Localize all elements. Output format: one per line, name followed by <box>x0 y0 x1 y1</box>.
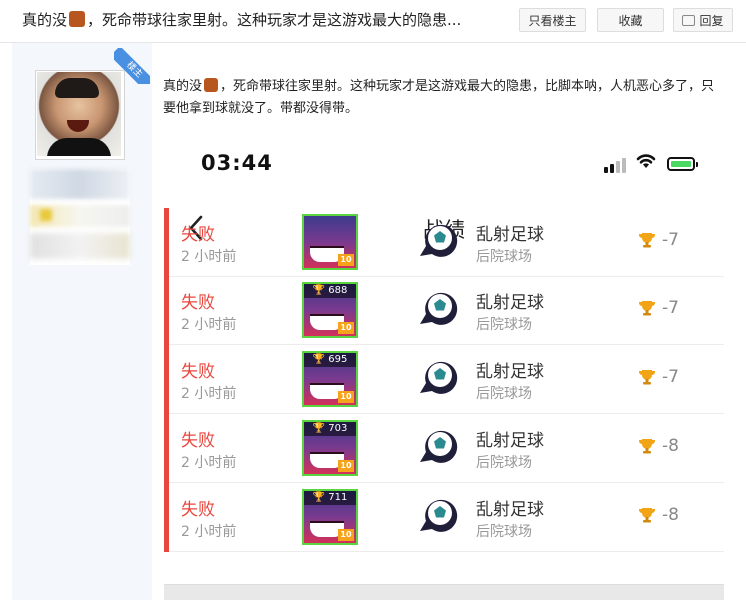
trophy-change-value: -8 <box>662 436 679 456</box>
battle-row[interactable]: 失败 2 小时前 🏆 703 10 乱射足球后院球场 -8 <box>164 414 724 483</box>
avatar[interactable] <box>35 70 125 160</box>
brawler-level: 10 <box>338 460 354 472</box>
brawler-trophy-count: 🏆 688 <box>304 284 356 298</box>
thread-title: 真的没 ，死命带球往家里射。这种玩家才是这游戏最大的隐患... <box>22 9 461 30</box>
battle-result: 失败 <box>181 500 215 520</box>
horse-emoji-icon <box>204 78 219 92</box>
battle-time: 2 小时前 <box>181 524 237 540</box>
brawler-portrait: 🏆 703 10 <box>302 420 358 476</box>
user-tags-blurred <box>30 233 130 259</box>
battle-time: 2 小时前 <box>181 386 237 402</box>
trophy-change: -7 <box>638 298 679 318</box>
loss-indicator <box>164 483 169 552</box>
brawl-ball-mode-icon <box>420 224 458 257</box>
trophy-count: 711 <box>328 492 348 503</box>
game-mode: 乱射足球 <box>476 225 544 245</box>
brawler-portrait: 🏆 711 10 <box>302 489 358 545</box>
op-badge-label: 楼主 <box>114 48 150 84</box>
favorite-button[interactable]: 收藏 <box>597 8 664 32</box>
post-text-rest: ，死命带球往家里射。这种玩家才是这游戏最大的隐患，比脚本呐，人机恶心多了，只要他… <box>163 79 715 116</box>
avatar-image <box>37 72 121 156</box>
trophy-change: -8 <box>638 436 679 456</box>
horse-emoji-icon <box>69 11 86 27</box>
brawler-trophy-count: 🏆 695 <box>304 353 356 367</box>
author-info-blurred <box>30 169 130 265</box>
map-name: 后院球场 <box>476 524 532 540</box>
trophy-change: -7 <box>638 367 679 387</box>
author-sidebar: 楼主 <box>12 43 152 600</box>
brawler-portrait: 🏆 688 10 <box>302 282 358 338</box>
map-name: 后院球场 <box>476 455 532 471</box>
favorite-label: 收藏 <box>618 13 643 28</box>
trophy-icon <box>639 301 655 316</box>
game-mode: 乱射足球 <box>476 293 544 313</box>
reply-button[interactable]: 回复 <box>673 8 733 32</box>
battle-result: 失败 <box>181 225 215 245</box>
battle-time: 2 小时前 <box>181 455 237 471</box>
only-op-label: 只看楼主 <box>528 13 577 28</box>
brawl-ball-mode-icon <box>420 361 458 394</box>
trophy-change: -8 <box>638 505 679 525</box>
bottom-strip <box>164 584 724 600</box>
map-name: 后院球场 <box>476 386 532 402</box>
op-badge: 楼主 <box>114 48 150 84</box>
brawl-ball-mode-icon <box>420 499 458 532</box>
trophy-change: -7 <box>638 230 679 250</box>
game-mode: 乱射足球 <box>476 500 544 520</box>
trophy-count: 695 <box>328 354 348 365</box>
battle-row[interactable]: 失败 2 小时前 🏆 695 10 乱射足球后院球场 -7 <box>164 345 724 414</box>
battle-result: 失败 <box>181 293 215 313</box>
trophy-change-value: -8 <box>662 505 679 525</box>
trophy-count: 688 <box>328 285 348 296</box>
battle-row[interactable]: 失败 2 小时前 🏆 711 10 乱射足球后院球场 -8 <box>164 483 724 552</box>
brawl-ball-mode-icon <box>420 430 458 463</box>
post-text: 真的没 <box>163 79 203 94</box>
brawler-level: 10 <box>338 322 354 334</box>
battle-result: 失败 <box>181 362 215 382</box>
only-op-button[interactable]: 只看楼主 <box>519 8 586 32</box>
game-screenshot: 03:44 战绩 失败2 小时前10乱射足球后院球场-7失败2 小时前🏆 688… <box>164 140 724 600</box>
trophy-icon <box>639 233 655 248</box>
thread-header: 真的没 ，死命带球往家里射。这种玩家才是这游戏最大的隐患... 只看楼主 收藏 回… <box>0 0 746 43</box>
wifi-icon <box>636 154 656 168</box>
brawler-trophy-count: 🏆 703 <box>304 422 356 436</box>
trophy-icon <box>639 508 655 523</box>
brawler-trophy-count: 🏆 711 <box>304 491 356 505</box>
loss-indicator <box>164 414 169 483</box>
trophy-change-value: -7 <box>662 230 679 250</box>
trophy-icon <box>639 439 655 454</box>
trophy-icon <box>639 370 655 385</box>
status-time: 03:44 <box>201 151 273 175</box>
map-name: 后院球场 <box>476 317 532 333</box>
battle-result: 失败 <box>181 431 215 451</box>
battery-icon <box>667 157 698 171</box>
loss-indicator <box>164 276 169 345</box>
thread-title-text: 真的没 <box>22 11 68 29</box>
map-name: 后院球场 <box>476 249 532 265</box>
trophy-change-value: -7 <box>662 298 679 318</box>
game-mode: 乱射足球 <box>476 362 544 382</box>
trophy-count: 703 <box>328 423 348 434</box>
user-level-blurred <box>30 205 130 227</box>
thread-title-text-rest: ，死命带球往家里射。这种玩家才是这游戏最大的隐患... <box>87 11 462 29</box>
brawler-portrait: 10 <box>302 214 358 270</box>
battle-row[interactable]: 失败 2 小时前 🏆 688 10 乱射足球后院球场 -7 <box>164 276 724 345</box>
username-blurred <box>30 169 130 199</box>
comment-icon <box>682 14 696 26</box>
loss-indicator <box>164 345 169 414</box>
brawler-level: 10 <box>338 391 354 403</box>
reply-label: 回复 <box>699 13 724 28</box>
battle-row[interactable]: 失败 2 小时前 10 乱射足球后院球场 -7 <box>164 208 724 277</box>
signal-icon <box>604 155 630 173</box>
game-mode: 乱射足球 <box>476 431 544 451</box>
loss-indicator <box>164 208 169 277</box>
post-body: 真的没 ，死命带球往家里射。这种玩家才是这游戏最大的隐患，比脚本呐，人机恶心多了，… <box>163 76 723 120</box>
battle-time: 2 小时前 <box>181 249 237 265</box>
trophy-change-value: -7 <box>662 367 679 387</box>
battle-time: 2 小时前 <box>181 317 237 333</box>
brawler-portrait: 🏆 695 10 <box>302 351 358 407</box>
brawler-level: 10 <box>338 254 354 266</box>
brawler-level: 10 <box>338 529 354 541</box>
brawl-ball-mode-icon <box>420 292 458 325</box>
